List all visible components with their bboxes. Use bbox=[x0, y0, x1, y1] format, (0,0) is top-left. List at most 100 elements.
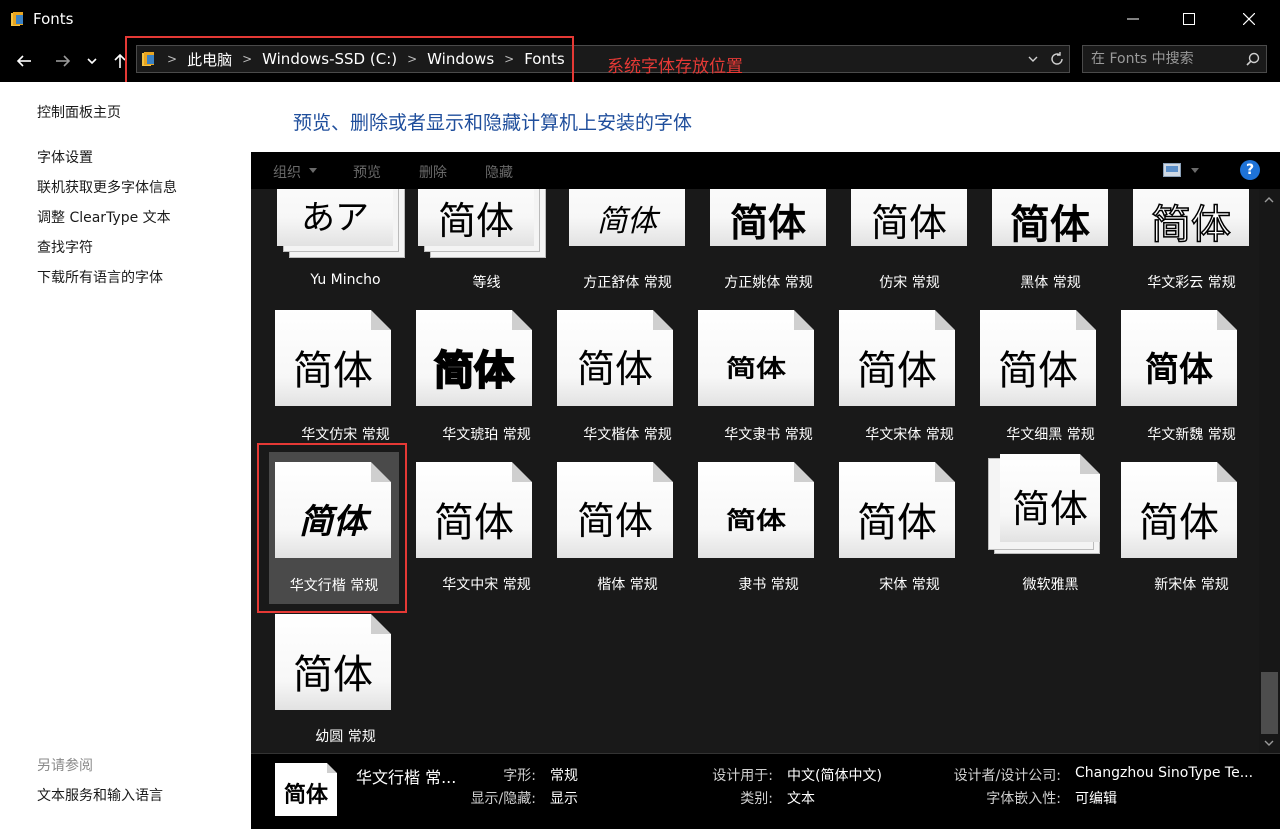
font-tile-hw-hupo[interactable]: 简体 华文琥珀 常规 bbox=[416, 302, 557, 454]
page-fold bbox=[371, 614, 391, 634]
chevron-down-icon bbox=[1028, 56, 1038, 62]
font-sample: 简体 bbox=[726, 354, 786, 383]
font-sample: 简体 bbox=[437, 199, 514, 243]
font-preview-page: 简体 bbox=[839, 462, 955, 558]
chevron-down-icon[interactable] bbox=[1191, 168, 1199, 174]
maximize-button[interactable] bbox=[1166, 0, 1212, 38]
chevron-down-icon bbox=[309, 168, 317, 173]
font-preview-page: 简体 bbox=[992, 189, 1108, 248]
delete-button[interactable]: 删除 bbox=[419, 162, 447, 182]
content-header: 预览、删除或者显示和隐藏计算机上安装的字体 bbox=[251, 82, 1280, 152]
font-tile-songti[interactable]: 简体 宋体 常规 bbox=[839, 454, 980, 606]
details-category-key: 类别: bbox=[740, 791, 773, 807]
font-label: 新宋体 常规 bbox=[1154, 577, 1229, 593]
details-designed-key: 设计用于: bbox=[712, 768, 773, 784]
address-dropdown-button[interactable] bbox=[1021, 46, 1045, 72]
font-tile-dengxian[interactable]: 简体 等线 bbox=[416, 189, 557, 302]
close-button[interactable] bbox=[1226, 0, 1272, 38]
sidebar-link-text-services[interactable]: 文本服务和输入语言 bbox=[37, 785, 163, 805]
font-preview-page: 简体 bbox=[698, 462, 814, 558]
font-tile-msyahei[interactable]: 简体 微软雅黑 bbox=[980, 454, 1121, 606]
font-preview-page: 简体 bbox=[416, 462, 532, 558]
font-preview-page: 简体 bbox=[569, 189, 685, 246]
search-box[interactable] bbox=[1082, 45, 1267, 73]
details-thumbnail: 简体 bbox=[275, 763, 337, 816]
font-label: 宋体 常规 bbox=[879, 577, 940, 593]
sidebar-link-control-panel-home[interactable]: 控制面板主页 bbox=[37, 102, 121, 122]
page-fold bbox=[794, 310, 814, 330]
minimize-button[interactable] bbox=[1110, 0, 1156, 38]
help-button[interactable]: ? bbox=[1240, 160, 1260, 180]
recent-locations-button[interactable] bbox=[84, 50, 100, 72]
details-embed-key: 字体嵌入性: bbox=[986, 791, 1061, 807]
preview-button[interactable]: 预览 bbox=[353, 162, 381, 182]
scrollbar-thumb[interactable] bbox=[1261, 672, 1278, 734]
address-controls bbox=[1021, 46, 1069, 72]
sidebar-link-font-settings[interactable]: 字体设置 bbox=[37, 147, 93, 167]
font-preview-page: あア bbox=[277, 189, 393, 246]
font-tile-fz-yaoti[interactable]: 简体 方正姚体 常规 bbox=[698, 189, 839, 302]
selection-highlight-box bbox=[257, 443, 407, 613]
sidebar-link-get-more-fonts[interactable]: 联机获取更多字体信息 bbox=[37, 177, 177, 197]
back-button[interactable] bbox=[13, 50, 35, 72]
details-style-value: 常规 bbox=[550, 768, 578, 784]
font-tile-hw-xinwei[interactable]: 简体 华文新魏 常规 bbox=[1121, 302, 1259, 454]
font-tile-hw-kaiti[interactable]: 简体 华文楷体 常规 bbox=[557, 302, 698, 454]
font-tile-fz-shuti[interactable]: 简体 方正舒体 常规 bbox=[557, 189, 698, 302]
search-input[interactable] bbox=[1091, 49, 1241, 69]
sidebar-link-cleartype[interactable]: 调整 ClearType 文本 bbox=[37, 207, 171, 227]
font-sample: 简体 bbox=[434, 500, 514, 546]
font-preview-page: 简体 bbox=[710, 189, 826, 246]
font-sample: 简体 bbox=[726, 506, 786, 535]
font-tile-yu-mincho[interactable]: あア Yu Mincho bbox=[275, 189, 416, 302]
font-sample: 简体 bbox=[1010, 202, 1090, 248]
font-tile-hw-xihei[interactable]: 简体 华文细黑 常规 bbox=[980, 302, 1121, 454]
forward-button[interactable] bbox=[52, 50, 74, 72]
font-label: 华文隶书 常规 bbox=[724, 427, 813, 443]
font-tile-nsimsun[interactable]: 简体 新宋体 常规 bbox=[1121, 454, 1259, 606]
font-label: 华文宋体 常规 bbox=[865, 427, 954, 443]
font-sample: 简体 bbox=[729, 201, 806, 245]
font-tile-hw-songti[interactable]: 简体 华文宋体 常规 bbox=[839, 302, 980, 454]
scroll-down-icon[interactable] bbox=[1264, 738, 1274, 748]
page-fold bbox=[1080, 454, 1100, 474]
page-fold bbox=[327, 763, 337, 773]
view-options-icon[interactable] bbox=[1163, 163, 1181, 177]
font-tile-fangsong[interactable]: 简体 仿宋 常规 bbox=[839, 189, 980, 302]
font-tile-kaiti[interactable]: 简体 楷体 常规 bbox=[557, 454, 698, 606]
font-tile-hw-lishu[interactable]: 简体 华文隶书 常规 bbox=[698, 302, 839, 454]
refresh-button[interactable] bbox=[1045, 46, 1069, 72]
details-embed-value: 可编辑 bbox=[1075, 791, 1117, 807]
vertical-scrollbar[interactable] bbox=[1259, 189, 1280, 753]
font-sample: 简体 bbox=[293, 652, 373, 698]
font-tile-hw-caiyun[interactable]: 简体 华文彩云 常规 bbox=[1121, 189, 1259, 302]
font-tile-heiti[interactable]: 简体 黑体 常规 bbox=[980, 189, 1121, 302]
font-sample: 简体 bbox=[998, 348, 1078, 394]
details-font-name: 华文行楷 常... bbox=[356, 768, 457, 787]
title-bar: Fonts bbox=[0, 0, 1280, 38]
font-label: 幼圆 常规 bbox=[315, 729, 376, 745]
font-tile-hw-fangsong[interactable]: 简体 华文仿宋 常规 bbox=[275, 302, 416, 454]
font-tile-youyuan[interactable]: 简体 幼圆 常规 bbox=[275, 606, 416, 753]
details-designer-key: 设计者/设计公司: bbox=[953, 768, 1061, 784]
address-highlight-box bbox=[125, 36, 574, 88]
page-fold bbox=[653, 462, 673, 482]
font-label: 华文细黑 常规 bbox=[1006, 427, 1095, 443]
sidebar-link-download-fonts[interactable]: 下载所有语言的字体 bbox=[37, 267, 163, 287]
hide-button[interactable]: 隐藏 bbox=[485, 162, 513, 182]
maximize-icon bbox=[1183, 13, 1195, 25]
details-designed-value: 中文(简体中文) bbox=[787, 768, 882, 784]
organize-button[interactable]: 组织 bbox=[273, 162, 301, 182]
font-tile-lishu[interactable]: 简体 隶书 常规 bbox=[698, 454, 839, 606]
page-fold bbox=[371, 310, 391, 330]
font-sample: 简体 bbox=[576, 499, 653, 543]
font-sample: 简体 bbox=[857, 348, 937, 394]
font-tile-hw-zhongsong[interactable]: 简体 华文中宋 常规 bbox=[416, 454, 557, 606]
sidebar-link-find-character[interactable]: 查找字符 bbox=[37, 237, 93, 257]
annotation-label: 系统字体存放位置 bbox=[607, 57, 743, 77]
font-label: 华文中宋 常规 bbox=[442, 577, 531, 593]
sidebar: 控制面板主页 字体设置 联机获取更多字体信息 调整 ClearType 文本 查… bbox=[0, 82, 251, 829]
scroll-up-icon[interactable] bbox=[1264, 195, 1274, 205]
refresh-icon bbox=[1051, 52, 1063, 65]
font-label: 华文楷体 常规 bbox=[583, 427, 672, 443]
